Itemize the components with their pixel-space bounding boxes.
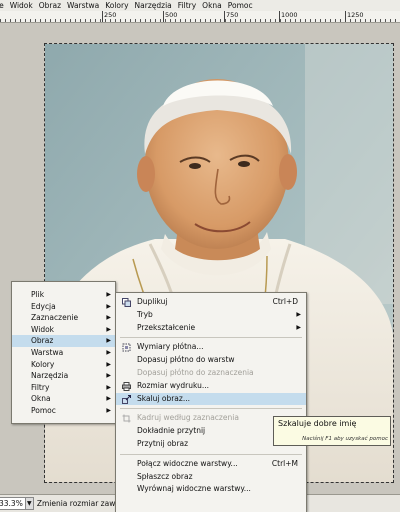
menu-item-wymiary-plotna[interactable]: Wymiary płótna...: [116, 341, 306, 354]
menu-item-label: Plik: [31, 290, 45, 299]
submenu-arrow-icon: ▶: [106, 372, 111, 380]
menubar-item-filtry[interactable]: Filtry: [175, 0, 199, 11]
menu-item-label: Pomoc: [31, 405, 56, 415]
tooltip-title: Szkaluje dobre imię: [278, 419, 357, 428]
menu-item-label: Okna: [31, 394, 51, 404]
submenu-arrow-icon: ▶: [106, 302, 111, 310]
menu-item-label: Warstwa: [31, 347, 64, 357]
menu-separator: [120, 337, 302, 339]
menubar: ieWidokObrazWarstwaKoloryNarzędziaFiltry…: [0, 0, 400, 11]
menu-item-label: Widok: [31, 324, 55, 334]
menu-item-label: Rozmiar wydruku...: [137, 380, 210, 390]
menu-item-zaznaczenie[interactable]: Zaznaczenie ▶: [12, 312, 115, 324]
print-size-icon: [122, 381, 131, 391]
menubar-item-widok[interactable]: Widok: [7, 0, 36, 11]
duplicate-icon: [122, 298, 131, 307]
menu-item-dopasuj-plotno-do-zaznaczenia: Dopasuj płótno do zaznaczenia: [116, 367, 306, 380]
menubar-item-narzedzia[interactable]: Narzędzia: [132, 0, 175, 11]
zoom-dropdown-icon[interactable]: ▼: [25, 497, 34, 510]
ruler-label: 250: [104, 11, 117, 19]
submenu-arrow-icon: ▶: [106, 395, 111, 403]
menu-item-dopasuj-plotno-do-warstw[interactable]: Dopasuj płótno do warstw: [116, 354, 306, 367]
menu-item-pomoc[interactable]: Pomoc ▶: [12, 405, 115, 417]
menu-item-rozmiar-wydruku[interactable]: Rozmiar wydruku...: [116, 380, 306, 393]
submenu-arrow-icon: ▶: [296, 310, 301, 318]
submenu-arrow-icon: ▶: [296, 323, 301, 331]
menubar-item-pomoc[interactable]: Pomoc: [225, 0, 256, 11]
menu-item-label: Dokładnie przytnij: [137, 426, 206, 436]
menu-item-label: Zaznaczenie: [31, 313, 79, 323]
menu-item-warstwa[interactable]: Warstwa ▶: [12, 347, 115, 359]
menu-shortcut: Ctrl+D: [272, 297, 298, 306]
ruler-label: 500: [165, 11, 178, 19]
zoom-level[interactable]: 33.3%: [0, 497, 26, 510]
submenu-arrow-icon: ▶: [106, 337, 111, 345]
crop-icon: [122, 414, 131, 423]
menu-item-obraz[interactable]: Obraz ▶: [12, 335, 115, 347]
menu-item-label: Kadruj według zaznaczenia: [137, 413, 239, 423]
menu-item-label: Edycja: [31, 301, 56, 311]
horizontal-ruler: 250 500 750 1000 1250: [0, 11, 400, 23]
ruler-label: 750: [226, 11, 239, 19]
menubar-item-warstwa[interactable]: Warstwa: [64, 0, 102, 11]
submenu-arrow-icon: ▶: [106, 291, 111, 298]
menu-item-narzedzia[interactable]: Narzędzia ▶: [12, 370, 115, 382]
menu-item-wyrownaj-widoczne-warstwy[interactable]: Wyrównaj widoczne warstwy...: [116, 483, 306, 496]
menu-separator: [120, 453, 302, 455]
submenu-arrow-icon: ▶: [106, 406, 111, 414]
menu-item-polacz-widoczne-warstwy[interactable]: Połącz widoczne warstwy... Ctrl+M: [116, 458, 306, 471]
menu-shortcut: Ctrl+M: [271, 458, 298, 468]
ruler-label: 1000: [281, 11, 298, 19]
menubar-item-kolory[interactable]: Kolory: [102, 0, 131, 11]
submenu-arrow-icon: ▶: [106, 360, 111, 368]
menu-item-label: Narzędzia: [31, 371, 69, 381]
canvas-context-menu: Plik ▶ Edycja ▶ Zaznaczenie ▶ Widok ▶ Obraz ▶ Wars…: [11, 281, 116, 424]
scale-icon: [122, 394, 131, 404]
menu-item-kolory[interactable]: Kolory ▶: [12, 359, 115, 371]
menu-item-label: Duplikuj: [137, 297, 168, 306]
tooltip: Szkaluje dobre imię Naciśnij F1 aby uzys…: [273, 416, 391, 446]
submenu-arrow-icon: ▶: [106, 383, 111, 391]
menu-item-label: Połącz widoczne warstwy...: [137, 458, 238, 468]
canvas-size-icon: [122, 343, 131, 352]
menu-item-label: Filtry: [31, 382, 50, 392]
menu-item-label: Wymiary płótna...: [137, 342, 204, 352]
menubar-item-obraz[interactable]: Obraz: [36, 0, 64, 11]
menu-item-przeksztalcenie[interactable]: Przekształcenie ▶: [116, 322, 306, 335]
menu-item-skaluj-obraz[interactable]: Skaluj obraz...: [116, 392, 306, 406]
ruler-label: 1250: [347, 11, 364, 19]
menu-item-label: Obraz: [31, 336, 54, 346]
menu-item-edycja[interactable]: Edycja ▶: [12, 301, 115, 313]
menu-item-tryb[interactable]: Tryb ▶: [116, 309, 306, 322]
submenu-arrow-icon: ▶: [106, 348, 111, 356]
menu-item-okna[interactable]: Okna ▶: [12, 393, 115, 405]
menu-item-label: Skaluj obraz...: [137, 393, 190, 403]
menu-item-filtry[interactable]: Filtry ▶: [12, 382, 115, 394]
menu-item-plik[interactable]: Plik ▶: [12, 289, 115, 301]
menu-item-duplikuj[interactable]: Duplikuj Ctrl+D: [116, 296, 306, 309]
menu-item-label: Spłaszcz obraz: [137, 471, 193, 481]
submenu-arrow-icon: ▶: [106, 325, 111, 333]
menu-item-label: Przekształcenie: [137, 322, 196, 332]
menu-item-label: Kolory: [31, 359, 55, 369]
menu-item-label: Tryb: [137, 309, 153, 319]
menubar-item-okna[interactable]: Okna: [199, 0, 225, 11]
menu-separator: [120, 408, 302, 410]
menu-item-label: Przytnij obraz: [137, 438, 189, 448]
image-submenu: Duplikuj Ctrl+D Tryb ▶ Przekształcenie ▶ Wymia…: [115, 292, 307, 512]
submenu-arrow-icon: ▶: [106, 314, 111, 322]
ruler-ticks: [0, 11, 400, 22]
menu-item-widok[interactable]: Widok ▶: [12, 324, 115, 336]
menu-item-label: Wyrównaj widoczne warstwy...: [137, 484, 251, 494]
menu-item-splaszcz-obraz[interactable]: Spłaszcz obraz: [116, 471, 306, 484]
menu-item-label: Dopasuj płótno do warstw: [137, 355, 235, 365]
menu-item-label: Dopasuj płótno do zaznaczenia: [137, 367, 254, 377]
menubar-item-ie[interactable]: ie: [0, 0, 7, 11]
tooltip-hint: Naciśnij F1 aby uzyskać pomoc: [302, 436, 388, 442]
